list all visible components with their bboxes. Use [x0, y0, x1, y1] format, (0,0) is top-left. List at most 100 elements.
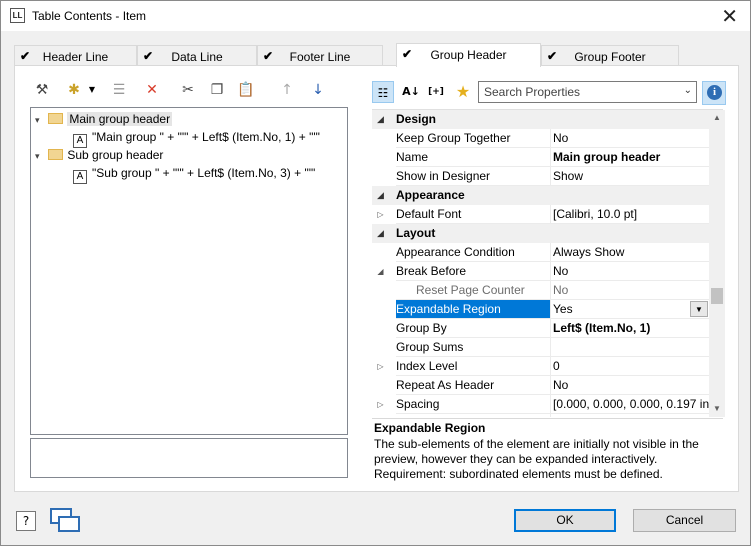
- tree-item[interactable]: A "Sub group " + "'" + Left$ (Item.No, 3)…: [73, 164, 315, 184]
- property-row[interactable]: Group Sums: [372, 338, 709, 357]
- properties-toolbar: ☷ A↓ [+] ★ Search Properties ⌄ i: [372, 81, 727, 105]
- property-value[interactable]: No: [550, 262, 709, 281]
- property-row[interactable]: Appearance Condition Always Show: [372, 243, 709, 262]
- search-properties-input[interactable]: Search Properties ⌄: [478, 81, 697, 103]
- property-value-text: Always Show: [553, 245, 625, 259]
- scroll-down-icon[interactable]: ▼: [709, 401, 725, 417]
- magic-wand-icon[interactable]: ⚒: [32, 80, 52, 100]
- tab-label: Group Header: [430, 48, 507, 62]
- property-value-text: [0.000, 0.000, 0.000, 0.197 in]: [553, 397, 709, 411]
- property-row[interactable]: Keep Group Together No: [372, 129, 709, 148]
- tab-panel: ⚒ ✱ ▼ ☰ ✕ ✂ ❐ 📋 ↑ ↓ ▾ Main group header …: [14, 65, 739, 492]
- category-label: Design: [396, 112, 437, 126]
- property-value-text: No: [553, 283, 569, 297]
- property-row[interactable]: Show in Designer Show: [372, 167, 709, 186]
- move-down-icon[interactable]: ↓: [308, 80, 328, 100]
- property-row[interactable]: Reset Page Counter No: [372, 281, 709, 300]
- collapsed-arrow-icon[interactable]: ▷: [372, 205, 389, 224]
- tree-item[interactable]: ▾ Sub group header: [35, 146, 163, 164]
- tab-group-header[interactable]: ✔ Group Header: [396, 43, 541, 67]
- dropdown-arrow-icon[interactable]: ▼: [82, 80, 102, 100]
- property-value[interactable]: Left$ (Item.No, 1): [550, 319, 709, 338]
- collapse-icon[interactable]: ▾: [35, 147, 45, 165]
- collapsed-arrow-icon[interactable]: ▷: [372, 395, 389, 414]
- collapsed-arrow-icon[interactable]: ▷: [372, 357, 389, 376]
- property-value[interactable]: 1: [550, 414, 709, 417]
- row-gutter: [372, 319, 389, 338]
- property-name: Group Sums: [396, 338, 550, 357]
- property-grid[interactable]: ◢ Design Keep Group Together No Name Main gro…: [372, 109, 723, 417]
- chevron-down-icon[interactable]: ⌄: [684, 85, 692, 96]
- object-tree[interactable]: ▾ Main group header A "Main group " + "'"…: [30, 107, 348, 435]
- property-row[interactable]: Group By Left$ (Item.No, 1): [372, 319, 709, 338]
- tab-data-line[interactable]: ✔ Data Line: [137, 45, 257, 66]
- tree-item[interactable]: A "Main group " + "'" + Left$ (Item.No, 1…: [73, 128, 320, 148]
- property-row[interactable]: ▷ Default Font [Calibri, 10.0 pt]: [372, 205, 709, 224]
- window-title: Table Contents - Item: [32, 9, 147, 23]
- tab-label: Group Footer: [574, 50, 646, 64]
- property-name: Group By: [396, 319, 550, 338]
- property-scrollbar[interactable]: ▲ ▼: [709, 110, 725, 417]
- property-row[interactable]: ▷ Index Level 0: [372, 357, 709, 376]
- sort-alphabetical-icon[interactable]: A↓: [400, 81, 422, 103]
- property-row[interactable]: Expandable Region Yes ▼: [372, 300, 709, 319]
- property-value[interactable]: [550, 338, 709, 357]
- category-collapse-icon[interactable]: ◢: [372, 110, 389, 129]
- window-layout-icon[interactable]: [50, 508, 82, 534]
- copy-icon[interactable]: ❐: [207, 80, 227, 100]
- property-name: Appearance Condition: [396, 243, 550, 262]
- row-gutter: [372, 129, 389, 148]
- property-category[interactable]: ◢ Design: [372, 110, 709, 129]
- property-name: Expandable Region: [396, 300, 550, 319]
- property-value[interactable]: Show: [550, 167, 709, 186]
- expanded-arrow-icon[interactable]: ◢: [372, 262, 389, 281]
- row-gutter: [372, 281, 389, 300]
- row-gutter: [372, 167, 389, 186]
- tab-group-footer[interactable]: ✔ Group Footer: [541, 45, 679, 66]
- property-row[interactable]: ▷ Spacing [0.000, 0.000, 0.000, 0.197 in]: [372, 395, 709, 414]
- property-row[interactable]: ◢ Break Before No: [372, 262, 709, 281]
- categorized-view-icon[interactable]: ☷: [372, 81, 394, 103]
- tab-header-line[interactable]: ✔ Header Line: [14, 45, 137, 66]
- category-collapse-icon[interactable]: ◢: [372, 224, 389, 243]
- scroll-thumb[interactable]: [711, 288, 723, 304]
- property-value[interactable]: Always Show: [550, 243, 709, 262]
- property-value[interactable]: Yes ▼: [550, 300, 709, 319]
- property-category[interactable]: ◢ Layout: [372, 224, 709, 243]
- property-value[interactable]: 0: [550, 357, 709, 376]
- move-up-icon[interactable]: ↑: [277, 80, 297, 100]
- property-category[interactable]: ◢ Appearance: [372, 186, 709, 205]
- property-value[interactable]: [0.000, 0.000, 0.000, 0.197 in]: [550, 395, 709, 414]
- property-value[interactable]: Main group header: [550, 148, 709, 167]
- cancel-button[interactable]: Cancel: [633, 509, 736, 532]
- property-value[interactable]: No: [550, 281, 709, 300]
- property-row[interactable]: Name Main group header: [372, 148, 709, 167]
- tree-item[interactable]: ▾ Main group header: [35, 110, 173, 129]
- properties-icon[interactable]: ☰: [109, 80, 129, 100]
- category-collapse-icon[interactable]: ◢: [372, 186, 389, 205]
- close-icon[interactable]: ✕: [721, 4, 738, 28]
- help-body: The sub-elements of the element are init…: [374, 437, 699, 481]
- favorites-star-icon[interactable]: ★: [452, 81, 474, 103]
- property-row[interactable]: Repeat As Header No: [372, 376, 709, 395]
- paste-icon[interactable]: 📋: [236, 80, 256, 100]
- help-icon[interactable]: ?: [16, 511, 36, 531]
- delete-icon[interactable]: ✕: [142, 80, 162, 100]
- cut-icon[interactable]: ✂: [178, 80, 198, 100]
- expand-all-icon[interactable]: [+]: [425, 81, 447, 103]
- tab-footer-line[interactable]: ✔ Footer Line: [257, 45, 383, 66]
- property-name: Repeat As Header: [396, 376, 550, 395]
- scroll-up-icon[interactable]: ▲: [709, 110, 725, 126]
- property-value[interactable]: [Calibri, 10.0 pt]: [550, 205, 709, 224]
- chevron-down-icon[interactable]: ▼: [690, 301, 708, 317]
- tree-item-label: Sub group header: [67, 148, 164, 162]
- property-row[interactable]: Table of Contents Level1: [372, 414, 709, 417]
- info-button[interactable]: i: [702, 81, 726, 105]
- property-value[interactable]: No: [550, 129, 709, 148]
- collapse-icon[interactable]: ▾: [35, 111, 45, 129]
- property-value[interactable]: No: [550, 376, 709, 395]
- ok-button[interactable]: OK: [514, 509, 616, 532]
- tab-label: Data Line: [171, 50, 223, 64]
- new-item-icon[interactable]: ✱: [64, 80, 84, 100]
- folder-icon: [48, 149, 64, 160]
